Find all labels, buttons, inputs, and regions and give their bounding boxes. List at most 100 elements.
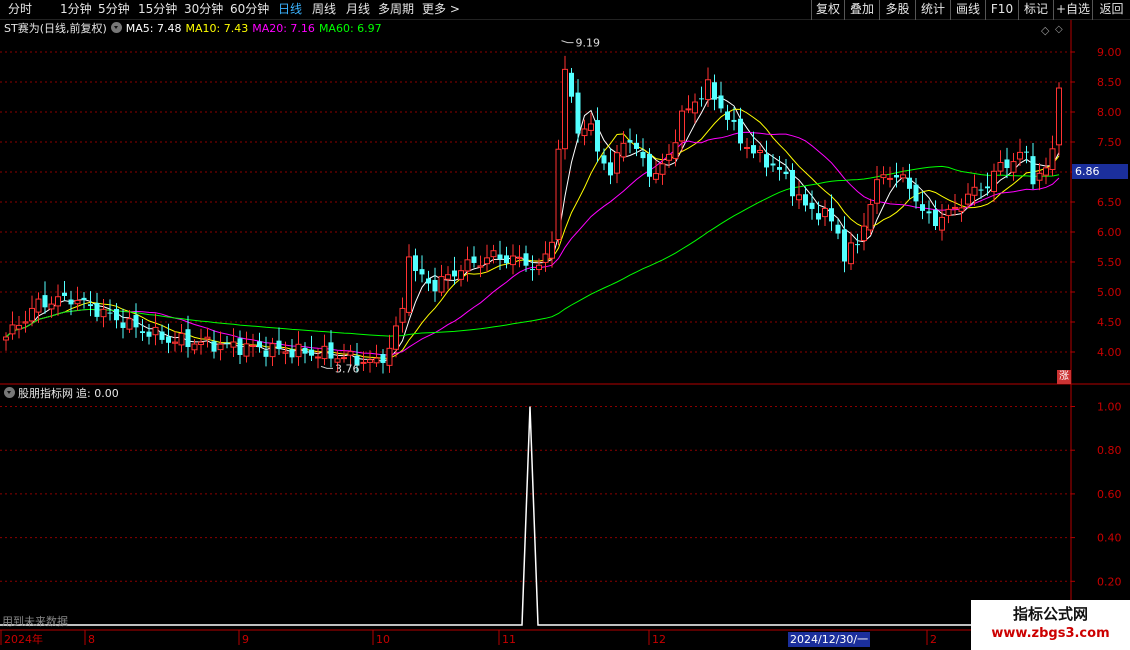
candle	[595, 107, 600, 163]
candle-body	[900, 174, 906, 179]
candle-body	[237, 338, 243, 355]
candle	[55, 284, 61, 316]
candle	[874, 165, 880, 214]
candle-body	[1010, 161, 1017, 173]
candle-body	[907, 177, 912, 189]
y-tick-label: 6.00	[1097, 226, 1122, 239]
candle-body	[360, 361, 367, 364]
candle-body	[263, 350, 269, 357]
candle	[725, 104, 730, 131]
y-tick-label: 8.00	[1097, 106, 1122, 119]
candle-body	[542, 253, 549, 263]
candle	[250, 333, 256, 357]
indicator-title: 股朋指标网 追: 0.00	[4, 386, 119, 402]
candle-body	[581, 128, 588, 137]
candle	[672, 129, 679, 167]
candle-body	[16, 324, 22, 330]
candle-body	[536, 264, 542, 270]
candle	[360, 351, 367, 371]
candle-body	[971, 186, 978, 196]
candle-body	[920, 204, 925, 211]
candle-body	[672, 142, 679, 159]
candle-body	[725, 111, 730, 120]
date-badge: 2024/12/30/一	[788, 632, 870, 647]
ma5-label: MA5: 7.48	[125, 22, 182, 35]
candle-body	[55, 296, 61, 307]
candle	[328, 330, 334, 368]
candle	[471, 246, 477, 268]
candle	[406, 244, 412, 317]
zhang-badge[interactable]: 涨	[1057, 370, 1071, 384]
candle-body	[816, 213, 821, 220]
candle	[393, 316, 399, 358]
candle-body	[861, 225, 867, 242]
candle-body	[393, 325, 399, 350]
candle-body	[191, 343, 198, 351]
x-tick-label: 12	[652, 633, 666, 646]
candle	[159, 324, 165, 344]
collapse-icon[interactable]	[110, 22, 122, 33]
candle	[516, 245, 523, 268]
candle-body	[985, 186, 990, 189]
x-tick-label: 2024年	[4, 632, 43, 646]
candle	[432, 267, 438, 302]
candle-body	[94, 303, 100, 317]
y-tick-label: 5.00	[1097, 286, 1122, 299]
candle-body	[159, 331, 165, 340]
candle-body	[107, 312, 113, 314]
candle	[289, 339, 295, 364]
candle	[952, 193, 958, 216]
candle	[894, 162, 899, 188]
candle	[855, 233, 860, 254]
candle	[100, 299, 107, 328]
candle-body	[204, 336, 211, 340]
indicator-value: 追: 0.00	[76, 387, 119, 400]
candle-body	[880, 174, 887, 179]
y-tick-label: 5.50	[1097, 256, 1122, 269]
candle-body	[406, 256, 412, 313]
candle-body	[22, 321, 29, 324]
candle	[926, 200, 932, 224]
candle-body	[516, 256, 523, 259]
resize-arrows-icon[interactable]: ◇	[1055, 24, 1063, 35]
candle-body	[62, 292, 67, 296]
candle-body	[926, 211, 932, 214]
candle-body	[965, 193, 971, 205]
candle-body	[1049, 148, 1056, 171]
chart-canvas[interactable]: 9.193.76 4.004.505.005.506.006.507.007.5…	[0, 0, 1130, 650]
candle	[783, 158, 789, 180]
candle	[1010, 152, 1017, 181]
candle-body	[257, 341, 262, 348]
candle-body	[269, 343, 276, 358]
candle-body	[627, 140, 633, 143]
candle	[1004, 147, 1010, 179]
candle	[62, 281, 67, 301]
candle-body	[659, 163, 666, 175]
candle	[627, 128, 633, 154]
watermark-banner: 指标公式网 www.zbgs3.com	[971, 600, 1130, 650]
candle-body	[74, 299, 81, 305]
candle-body	[699, 98, 704, 100]
candle	[133, 303, 139, 338]
candle-body	[458, 270, 464, 280]
diamond-icon[interactable]: ◇	[1041, 24, 1049, 37]
candle-body	[477, 265, 484, 268]
candle-body	[302, 347, 308, 354]
candle	[861, 212, 867, 251]
candle-body	[471, 256, 477, 263]
candle-body	[1036, 172, 1043, 181]
candle	[321, 334, 328, 366]
candle-body	[712, 82, 717, 100]
candle	[445, 266, 451, 290]
main-chart-title: ST赛为(日线,前复权) MA5: 7.48 MA10: 7.43 MA20: 7.1…	[4, 21, 386, 37]
indicator-collapse-icon[interactable]	[4, 387, 15, 398]
candle	[555, 139, 562, 246]
candle-body	[452, 270, 457, 277]
ma20-label: MA20: 7.16	[252, 22, 315, 35]
candle	[438, 264, 445, 297]
y-tick-label: 4.50	[1097, 316, 1122, 329]
candle-body	[68, 299, 74, 305]
candle-body	[997, 161, 1004, 172]
candle-body	[744, 146, 750, 149]
x-tick-label: 10	[376, 633, 390, 646]
